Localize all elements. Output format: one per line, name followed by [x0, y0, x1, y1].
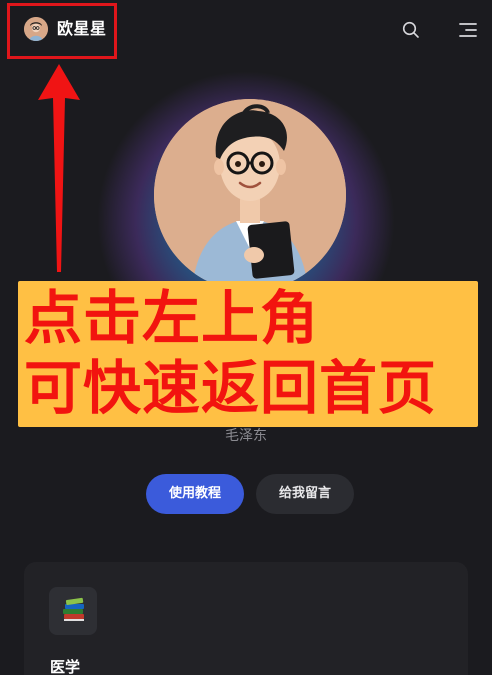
annotation-highlight-box — [7, 3, 117, 59]
profile-subtitle: 毛泽东 — [225, 428, 267, 444]
search-icon — [402, 21, 419, 38]
annotation-line-1: 点击左上角 — [24, 284, 320, 352]
leave-message-button[interactable]: 给我留言 — [256, 474, 354, 514]
page: 欧星星 点击左上角 可快速返回首页 毛泽东 使用教程 给我留言 医学 — [0, 0, 492, 675]
menu-icon — [459, 23, 477, 37]
annotation-line-2: 可快速返回首页 — [24, 354, 438, 422]
books-icon — [49, 587, 97, 635]
search-button[interactable] — [402, 21, 420, 39]
annotation-arrow-up-icon — [38, 64, 80, 272]
tutorial-button[interactable]: 使用教程 — [146, 474, 244, 514]
top-nav-bar: 欧星星 — [0, 0, 492, 60]
menu-button[interactable] — [458, 21, 478, 39]
card-title: 医学 — [50, 658, 81, 675]
hero-avatar — [154, 99, 346, 291]
category-card[interactable]: 医学 — [24, 562, 468, 675]
annotation-banner: 点击左上角 可快速返回首页 — [18, 281, 478, 427]
